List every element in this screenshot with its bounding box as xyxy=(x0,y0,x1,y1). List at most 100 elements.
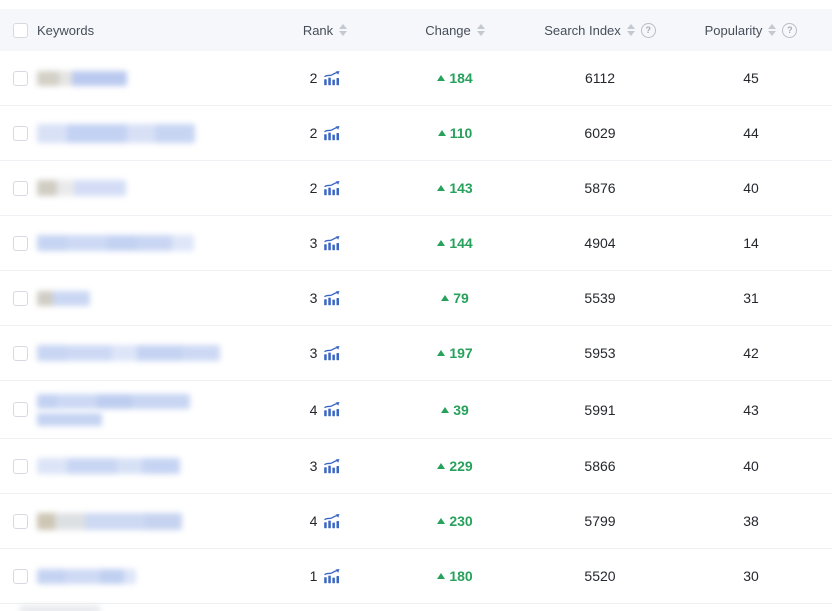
sort-desc-icon[interactable] xyxy=(477,31,485,36)
search-index-cell: 5539 xyxy=(530,290,670,306)
redacted-keyword-line xyxy=(37,513,182,530)
row-checkbox[interactable] xyxy=(13,402,28,417)
change-cell: 144 xyxy=(380,235,530,251)
select-all-checkbox[interactable] xyxy=(13,23,28,38)
redacted-keyword-segment xyxy=(37,413,102,426)
sort-desc-icon[interactable] xyxy=(339,31,347,36)
row-checkbox[interactable] xyxy=(13,459,28,474)
up-arrow-icon xyxy=(437,240,445,246)
help-question-icon[interactable]: ? xyxy=(641,23,656,38)
popularity-value: 40 xyxy=(743,458,759,474)
header-cell-change[interactable]: Change xyxy=(380,23,530,38)
sort-asc-icon[interactable] xyxy=(768,24,776,29)
popularity-value: 30 xyxy=(743,568,759,584)
trend-chart-icon[interactable] xyxy=(323,181,340,196)
keyword-cell xyxy=(0,569,270,584)
sort-carets-icon[interactable] xyxy=(627,24,635,36)
redacted-keyword-segment xyxy=(20,605,100,611)
sort-desc-icon[interactable] xyxy=(768,31,776,36)
trend-chart-icon[interactable] xyxy=(323,402,340,417)
popularity-cell: 30 xyxy=(670,568,832,584)
keyword-cell xyxy=(0,71,270,86)
row-checkbox[interactable] xyxy=(13,236,28,251)
sort-carets-icon[interactable] xyxy=(477,24,485,36)
change-value: 229 xyxy=(449,458,472,474)
search-index-value: 6112 xyxy=(585,70,615,86)
redacted-keyword-segment xyxy=(107,235,137,251)
redacted-keyword-segment xyxy=(67,124,127,143)
redacted-keyword-line xyxy=(37,345,220,361)
popularity-value: 40 xyxy=(743,180,759,196)
search-index-cell: 4904 xyxy=(530,235,670,251)
trend-chart-icon[interactable] xyxy=(323,569,340,584)
trend-chart-icon[interactable] xyxy=(323,459,340,474)
trend-chart-icon[interactable] xyxy=(323,346,340,361)
redacted-keyword xyxy=(37,180,126,196)
popularity-cell: 44 xyxy=(670,125,832,141)
help-question-icon[interactable]: ? xyxy=(782,23,797,38)
trend-chart-icon[interactable] xyxy=(323,514,340,529)
sort-asc-icon[interactable] xyxy=(339,24,347,29)
search-index-value: 5520 xyxy=(584,568,615,584)
row-checkbox[interactable] xyxy=(13,514,28,529)
up-arrow-icon xyxy=(441,407,449,413)
sort-asc-icon[interactable] xyxy=(627,24,635,29)
redacted-keyword-segment xyxy=(172,235,194,251)
trend-chart-icon[interactable] xyxy=(323,71,340,86)
up-arrow-icon xyxy=(437,75,445,81)
redacted-keyword-segment xyxy=(97,394,132,409)
redacted-keyword-segment xyxy=(132,394,190,409)
header-cell-search-index[interactable]: Search Index ? xyxy=(530,23,670,38)
up-arrow-icon xyxy=(437,518,445,524)
popularity-cell: 40 xyxy=(670,458,832,474)
redacted-keyword-segment xyxy=(72,71,127,86)
popularity-value: 43 xyxy=(743,402,759,418)
table-row: 1 180 5520 30 xyxy=(0,549,832,604)
table-row: 3 197 5953 42 xyxy=(0,326,832,381)
redacted-keyword-segment xyxy=(57,394,97,409)
column-label-change: Change xyxy=(425,23,471,38)
keyword-cell xyxy=(0,180,270,196)
search-index-value: 5876 xyxy=(584,180,615,196)
row-checkbox[interactable] xyxy=(13,181,28,196)
header-cell-popularity[interactable]: Popularity ? xyxy=(670,23,832,38)
column-label-rank: Rank xyxy=(303,23,333,38)
redacted-keyword-segment xyxy=(85,513,145,530)
redacted-keyword xyxy=(37,291,90,306)
redacted-keyword-segment xyxy=(37,458,67,474)
rank-value: 3 xyxy=(310,235,318,251)
row-checkbox[interactable] xyxy=(13,346,28,361)
change-cell: 197 xyxy=(380,345,530,361)
trend-chart-icon[interactable] xyxy=(323,236,340,251)
keyword-cell xyxy=(0,458,270,474)
row-checkbox[interactable] xyxy=(13,291,28,306)
up-arrow-icon xyxy=(437,185,445,191)
table-body: 2 184 6112 45 xyxy=(0,51,832,604)
rank-cell: 3 xyxy=(270,458,380,474)
table-row: 3 79 5539 31 xyxy=(0,271,832,326)
rank-cell: 4 xyxy=(270,513,380,529)
up-arrow-icon xyxy=(437,573,445,579)
header-cell-rank[interactable]: Rank xyxy=(270,23,380,38)
sort-desc-icon[interactable] xyxy=(627,31,635,36)
popularity-cell: 42 xyxy=(670,345,832,361)
row-checkbox[interactable] xyxy=(13,569,28,584)
trend-chart-icon[interactable] xyxy=(323,126,340,141)
redacted-keyword-segment xyxy=(155,124,195,143)
sort-carets-icon[interactable] xyxy=(768,24,776,36)
search-index-value: 5866 xyxy=(584,458,615,474)
table-row: 4 230 5799 38 xyxy=(0,494,832,549)
row-checkbox[interactable] xyxy=(13,126,28,141)
keyword-cell xyxy=(0,291,270,306)
row-checkbox[interactable] xyxy=(13,71,28,86)
redacted-keyword-segment xyxy=(37,345,67,361)
redacted-keyword-segment xyxy=(117,458,142,474)
rank-value: 2 xyxy=(310,125,318,141)
popularity-value: 31 xyxy=(743,290,759,306)
search-index-cell: 5866 xyxy=(530,458,670,474)
trend-chart-icon[interactable] xyxy=(323,291,340,306)
sort-asc-icon[interactable] xyxy=(477,24,485,29)
sort-carets-icon[interactable] xyxy=(339,24,347,36)
popularity-value: 38 xyxy=(743,513,759,529)
redacted-keyword-segment xyxy=(137,345,182,361)
